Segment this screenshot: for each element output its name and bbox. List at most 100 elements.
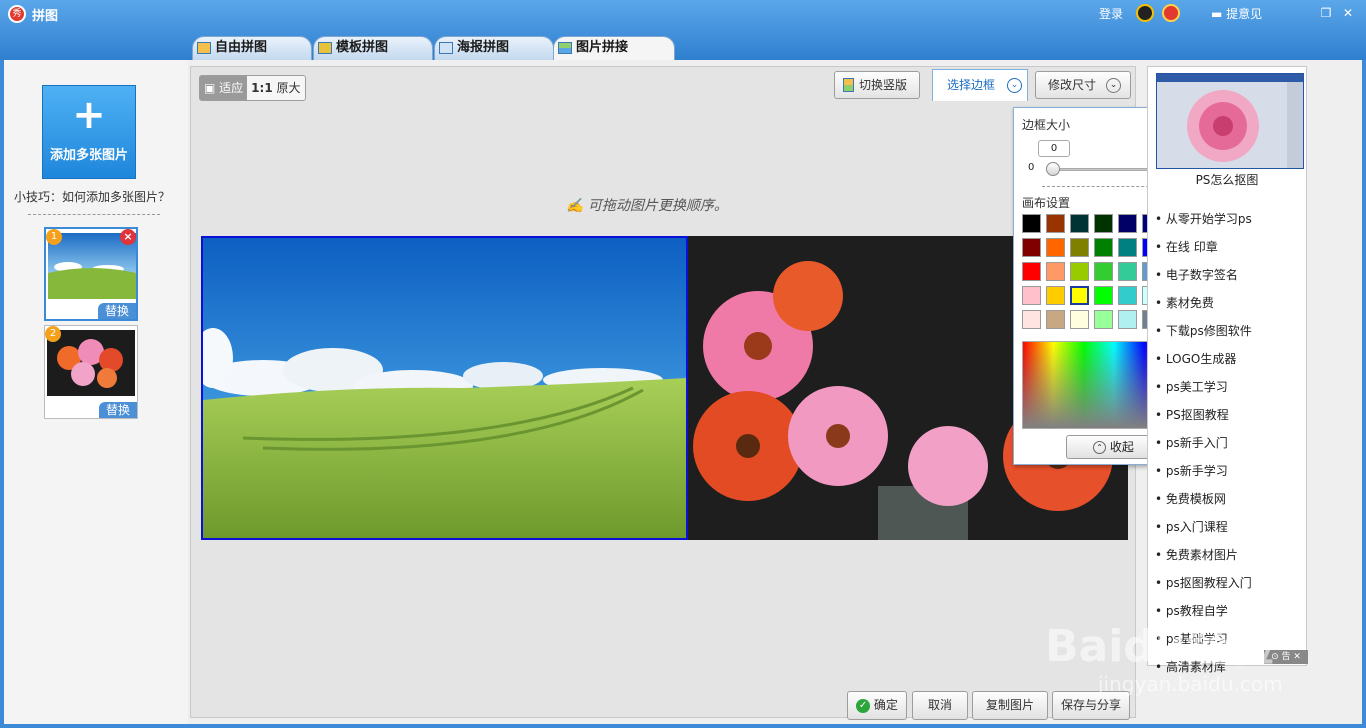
ad-link[interactable]: • ps新手入门 xyxy=(1155,434,1228,451)
ad-link[interactable]: • 下载ps修图软件 xyxy=(1155,322,1252,339)
color-swatch[interactable] xyxy=(1070,310,1089,329)
color-swatch[interactable] xyxy=(1022,262,1041,281)
slider-handle[interactable] xyxy=(1046,162,1060,176)
login-link[interactable]: 登录 xyxy=(1099,5,1123,22)
replace-button[interactable]: 替换 xyxy=(99,402,137,418)
ad-caption[interactable]: PS怎么抠图 xyxy=(1148,171,1306,188)
watermark-url: jingyan.baidu.com xyxy=(1098,672,1283,696)
switch-vertical-button[interactable]: 切换竖版 xyxy=(834,71,920,99)
color-swatch[interactable] xyxy=(1046,286,1065,305)
image-stitch-icon xyxy=(558,42,572,54)
delete-icon[interactable]: × xyxy=(120,229,136,245)
color-swatch[interactable] xyxy=(1046,310,1065,329)
ad-link[interactable]: • ps入门课程 xyxy=(1155,518,1228,535)
ad-link[interactable]: • LOGO生成器 xyxy=(1155,350,1236,367)
color-swatch[interactable] xyxy=(1070,214,1089,233)
border-size-title: 边框大小 xyxy=(1022,118,1071,132)
modify-size-label: 修改尺寸 xyxy=(1048,78,1097,92)
poster-collage-icon xyxy=(439,42,453,54)
modify-size-button[interactable]: 修改尺寸 ⌄ xyxy=(1035,71,1131,99)
ad-link[interactable]: • 免费模板网 xyxy=(1155,490,1226,507)
weibo-icon[interactable] xyxy=(1162,4,1180,22)
fit-view-button[interactable]: ▣ 适应 xyxy=(200,76,248,100)
tab-free-collage[interactable]: 自由拼图 xyxy=(192,36,312,60)
color-swatch[interactable] xyxy=(1118,310,1137,329)
ad-sidebar: PS怎么抠图 • 从零开始学习ps • 在线 印章 • 电子数字签名 • 素材免费 • … xyxy=(1147,66,1307,674)
add-button-label: 添加多张图片 xyxy=(49,148,128,163)
color-swatch[interactable] xyxy=(1118,238,1137,257)
color-swatch[interactable] xyxy=(1094,286,1113,305)
fit-label: 适应 xyxy=(219,81,244,95)
original-size-button[interactable]: 1:1 原大 xyxy=(247,76,304,100)
field-image xyxy=(203,238,686,538)
thumbnail-1[interactable]: 1 × 替换 xyxy=(44,227,138,321)
restore-button[interactable]: ❐ xyxy=(1318,6,1334,20)
confirm-label: 确定 xyxy=(873,698,898,712)
add-multiple-images-button[interactable]: + 添加多张图片 xyxy=(42,85,136,179)
color-swatch[interactable] xyxy=(1094,310,1113,329)
feedback-label: 提意见 xyxy=(1226,7,1263,21)
color-swatch[interactable] xyxy=(1046,238,1065,257)
ad-link[interactable]: • ps美工学习 xyxy=(1155,378,1228,395)
ad-link[interactable]: • 素材免费 xyxy=(1155,294,1214,311)
ad-banner-image[interactable] xyxy=(1156,73,1304,169)
switch-vertical-label: 切换竖版 xyxy=(859,78,908,92)
color-swatch[interactable] xyxy=(1022,238,1041,257)
color-swatch[interactable] xyxy=(1022,286,1041,305)
cancel-button[interactable]: 取消 xyxy=(912,691,968,720)
collapse-label: 收起 xyxy=(1109,440,1134,454)
tab-label: 图片拼接 xyxy=(576,40,629,55)
canvas-settings-title: 画布设置 xyxy=(1022,196,1071,210)
tip-link[interactable]: 小技巧：如何添加多张图片？ xyxy=(14,188,170,205)
color-swatch[interactable] xyxy=(1094,238,1113,257)
ps-screenshot-image xyxy=(1157,74,1303,168)
chevron-down-icon: ⌄ xyxy=(1106,78,1121,93)
window-title: 拼图 xyxy=(32,9,59,24)
close-window-button[interactable]: ✕ xyxy=(1340,6,1356,20)
tab-label: 自由拼图 xyxy=(215,40,268,55)
color-swatch[interactable] xyxy=(1118,262,1137,281)
color-swatch[interactable] xyxy=(1070,286,1089,305)
copy-image-button[interactable]: 复制图片 xyxy=(972,691,1048,720)
select-border-label: 选择边框 xyxy=(947,78,996,92)
thumbnail-number: 1 xyxy=(46,229,62,245)
tab-label: 模板拼图 xyxy=(336,40,389,55)
ad-link[interactable]: • 免费素材图片 xyxy=(1155,546,1238,563)
ad-link[interactable]: • 电子数字签名 xyxy=(1155,266,1238,283)
chevron-up-icon: ⌃ xyxy=(1093,441,1107,454)
color-swatch[interactable] xyxy=(1094,214,1113,233)
original-label: 原大 xyxy=(276,81,301,95)
tab-template-collage[interactable]: 模板拼图 xyxy=(313,36,433,60)
color-swatch[interactable] xyxy=(1022,310,1041,329)
ad-link[interactable]: • 从零开始学习ps xyxy=(1155,210,1252,227)
fit-icon: ▣ xyxy=(204,81,220,95)
ad-link[interactable]: • ps新手学习 xyxy=(1155,462,1228,479)
chat-icon: ▬ xyxy=(1211,7,1227,21)
replace-button[interactable]: 替换 xyxy=(98,303,136,319)
select-border-button[interactable]: 选择边框 ⌄ xyxy=(932,69,1028,101)
watermark-logo: Baidu经验 xyxy=(1045,621,1275,672)
color-swatch[interactable] xyxy=(1070,262,1089,281)
tab-poster-collage[interactable]: 海报拼图 xyxy=(434,36,554,60)
qq-icon[interactable] xyxy=(1136,4,1154,22)
ad-link[interactable]: • ps抠图教程入门 xyxy=(1155,574,1252,591)
confirm-button[interactable]: ✓ 确定 xyxy=(847,691,907,720)
color-swatch[interactable] xyxy=(1022,214,1041,233)
vertical-layout-icon xyxy=(843,78,854,92)
color-swatch[interactable] xyxy=(1070,238,1089,257)
feedback-link[interactable]: ▬ 提意见 xyxy=(1211,5,1262,22)
color-swatch[interactable] xyxy=(1046,214,1065,233)
color-swatch[interactable] xyxy=(1118,214,1137,233)
template-collage-icon xyxy=(318,42,332,54)
ad-link[interactable]: • PS抠图教程 xyxy=(1155,406,1229,423)
stitched-image-field[interactable] xyxy=(201,236,688,540)
ad-link[interactable]: • 在线 印章 xyxy=(1155,238,1218,255)
color-swatch[interactable] xyxy=(1046,262,1065,281)
ratio-label: 1:1 xyxy=(251,81,273,95)
color-swatch[interactable] xyxy=(1094,262,1113,281)
color-swatch[interactable] xyxy=(1118,286,1137,305)
view-mode-toggle: ▣ 适应 1:1 原大 xyxy=(199,75,306,101)
tab-image-stitch[interactable]: 图片拼接 xyxy=(553,36,675,61)
thumbnail-2[interactable]: 2 替换 xyxy=(44,325,138,419)
thumbnail-number: 2 xyxy=(45,326,61,342)
